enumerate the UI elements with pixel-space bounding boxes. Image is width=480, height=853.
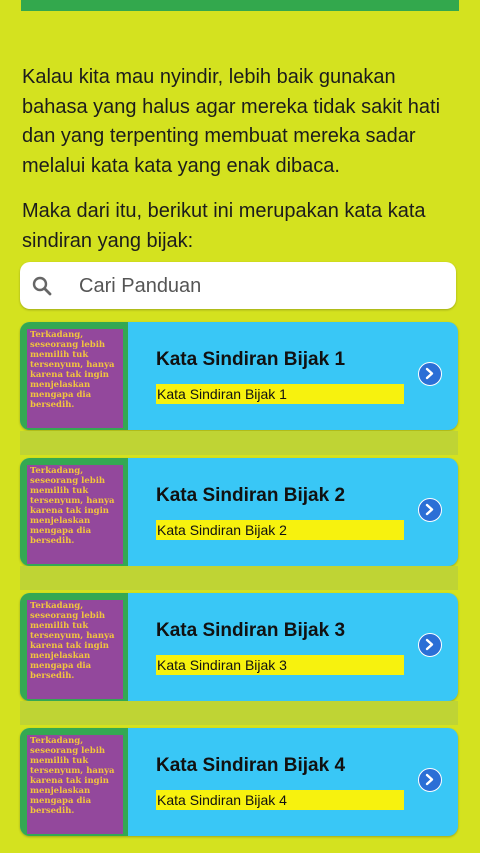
item-subtitle: Kata Sindiran Bijak 3 xyxy=(156,655,404,675)
item-title: Kata Sindiran Bijak 1 xyxy=(156,349,346,370)
thumbnail-quote: Terkadang, seseorang lebih memilih tuk t… xyxy=(27,600,123,699)
chevron-right-icon[interactable] xyxy=(418,362,442,386)
list-item[interactable]: Terkadang, seseorang lebih memilih tuk t… xyxy=(20,458,458,566)
list-item[interactable]: Terkadang, seseorang lebih memilih tuk t… xyxy=(20,593,458,701)
chevron-right-icon[interactable] xyxy=(418,498,442,522)
list-separator xyxy=(20,566,458,590)
search-icon xyxy=(32,276,52,296)
item-subtitle: Kata Sindiran Bijak 2 xyxy=(156,520,404,540)
thumbnail-quote: Terkadang, seseorang lebih memilih tuk t… xyxy=(27,735,123,834)
list-item[interactable]: Terkadang, seseorang lebih memilih tuk t… xyxy=(20,322,458,430)
chevron-right-icon[interactable] xyxy=(418,768,442,792)
chevron-right-icon[interactable] xyxy=(418,633,442,657)
intro-paragraph-1: Kalau kita mau nyindir, lebih baik gunak… xyxy=(22,66,441,177)
thumbnail-frame: Terkadang, seseorang lebih memilih tuk t… xyxy=(20,593,128,701)
search-placeholder: Cari Panduan xyxy=(79,275,202,297)
intro-paragraph-2: Maka dari itu, berikut ini merupakan kat… xyxy=(22,200,426,252)
search-input[interactable]: Cari Panduan xyxy=(20,262,456,309)
list-separator xyxy=(20,701,458,725)
item-title: Kata Sindiran Bijak 4 xyxy=(156,755,346,776)
thumbnail-quote: Terkadang, seseorang lebih memilih tuk t… xyxy=(27,465,123,564)
thumbnail-quote: Terkadang, seseorang lebih memilih tuk t… xyxy=(27,329,123,428)
list-separator xyxy=(20,431,458,455)
item-subtitle: Kata Sindiran Bijak 1 xyxy=(156,384,404,404)
item-subtitle: Kata Sindiran Bijak 4 xyxy=(156,790,404,810)
top-banner-bar xyxy=(21,0,459,11)
item-title: Kata Sindiran Bijak 2 xyxy=(156,485,346,506)
item-title: Kata Sindiran Bijak 3 xyxy=(156,620,346,641)
thumbnail-frame: Terkadang, seseorang lebih memilih tuk t… xyxy=(20,728,128,836)
thumbnail-frame: Terkadang, seseorang lebih memilih tuk t… xyxy=(20,322,128,430)
list-item[interactable]: Terkadang, seseorang lebih memilih tuk t… xyxy=(20,728,458,836)
thumbnail-frame: Terkadang, seseorang lebih memilih tuk t… xyxy=(20,458,128,566)
